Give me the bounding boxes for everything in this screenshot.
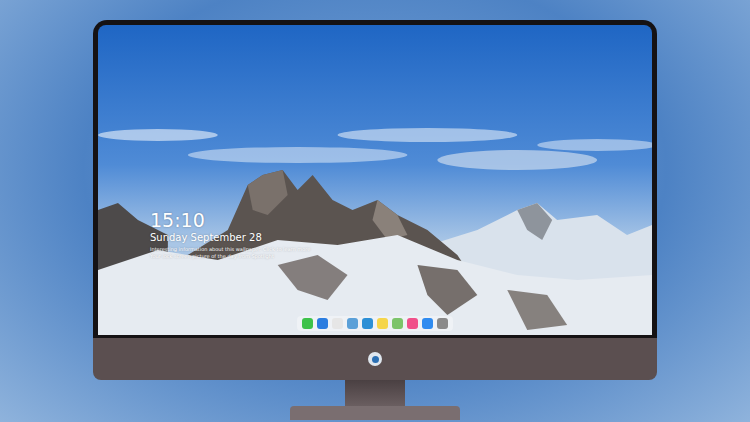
app-icon[interactable] <box>422 318 433 329</box>
monitor-stand-neck <box>345 380 405 406</box>
brand-logo-icon <box>368 352 382 366</box>
wallpaper-icon <box>98 25 652 335</box>
monitor: 15:10Sunday September 28 Interesting info… <box>93 20 657 420</box>
wallpaper-info-line[interactable]: Interesting information about this wallp… <box>150 246 310 253</box>
wallpaper-info-line[interactable]: Your lock screen picture of the day from… <box>150 253 310 260</box>
dock <box>297 316 453 331</box>
app-icon[interactable] <box>407 318 418 329</box>
monitor-bezel: 15:10Sunday September 28 Interesting info… <box>93 20 657 338</box>
app-icon[interactable] <box>392 318 403 329</box>
app-icon[interactable] <box>317 318 328 329</box>
app-icon[interactable] <box>347 318 358 329</box>
desktop-mockup: 15:10Sunday September 28 Interesting info… <box>0 0 750 422</box>
app-icon[interactable] <box>302 318 313 329</box>
app-icon[interactable] <box>332 318 343 329</box>
monitor-stand-base <box>290 406 460 420</box>
app-icon[interactable] <box>377 318 388 329</box>
app-icon[interactable] <box>437 318 448 329</box>
app-icon[interactable] <box>362 318 373 329</box>
clock-time: 15:10 <box>150 209 310 231</box>
screen: 15:10Sunday September 28 Interesting info… <box>98 25 652 335</box>
clock-date: Sunday September 28 <box>150 231 310 244</box>
monitor-chin <box>93 338 657 380</box>
lock-screen-info: 15:10Sunday September 28 Interesting info… <box>150 209 310 260</box>
